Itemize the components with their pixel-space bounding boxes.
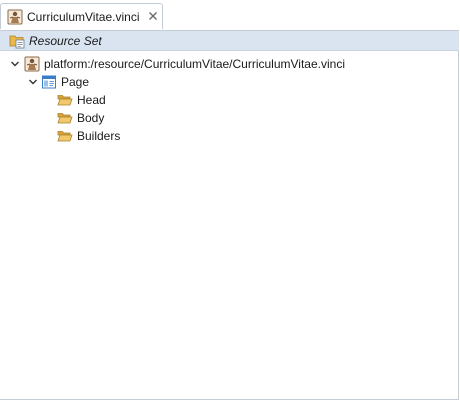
tree-node-label: Head <box>77 93 106 107</box>
editor-pane: CurriculumVitae.vinci Resource Set platf… <box>0 0 459 400</box>
editor-tab-strip: CurriculumVitae.vinci <box>0 0 459 31</box>
tree-node-head[interactable]: Head <box>0 91 459 109</box>
folder-open-icon <box>57 113 73 124</box>
folder-open-icon <box>57 95 73 106</box>
tree-node-root-label: platform:/resource/CurriculumVitae/Curri… <box>44 57 345 71</box>
header-title: Resource Set <box>29 34 102 48</box>
tree-node-label: Body <box>77 111 105 125</box>
tree-node-body[interactable]: Body <box>0 109 459 127</box>
chevron-down-icon[interactable] <box>10 59 20 69</box>
close-icon[interactable] <box>147 10 159 22</box>
tree-node-root[interactable]: platform:/resource/CurriculumVitae/Curri… <box>0 55 459 73</box>
resource-set-icon <box>9 35 25 49</box>
tree-node-builders[interactable]: Builders <box>0 127 459 145</box>
vinci-file-icon <box>24 56 40 72</box>
folder-open-icon <box>57 131 73 142</box>
editor-tab-label: CurriculumVitae.vinci <box>27 10 140 24</box>
vinci-file-icon <box>7 9 23 25</box>
tree-node-label: Builders <box>77 129 121 143</box>
tree-node-page[interactable]: Page <box>0 73 459 91</box>
chevron-down-icon[interactable] <box>28 77 38 87</box>
resource-set-header: Resource Set <box>0 31 459 51</box>
page-icon <box>42 75 56 89</box>
tree-node-page-label: Page <box>61 75 90 89</box>
editor-tab[interactable]: CurriculumVitae.vinci <box>0 3 163 29</box>
